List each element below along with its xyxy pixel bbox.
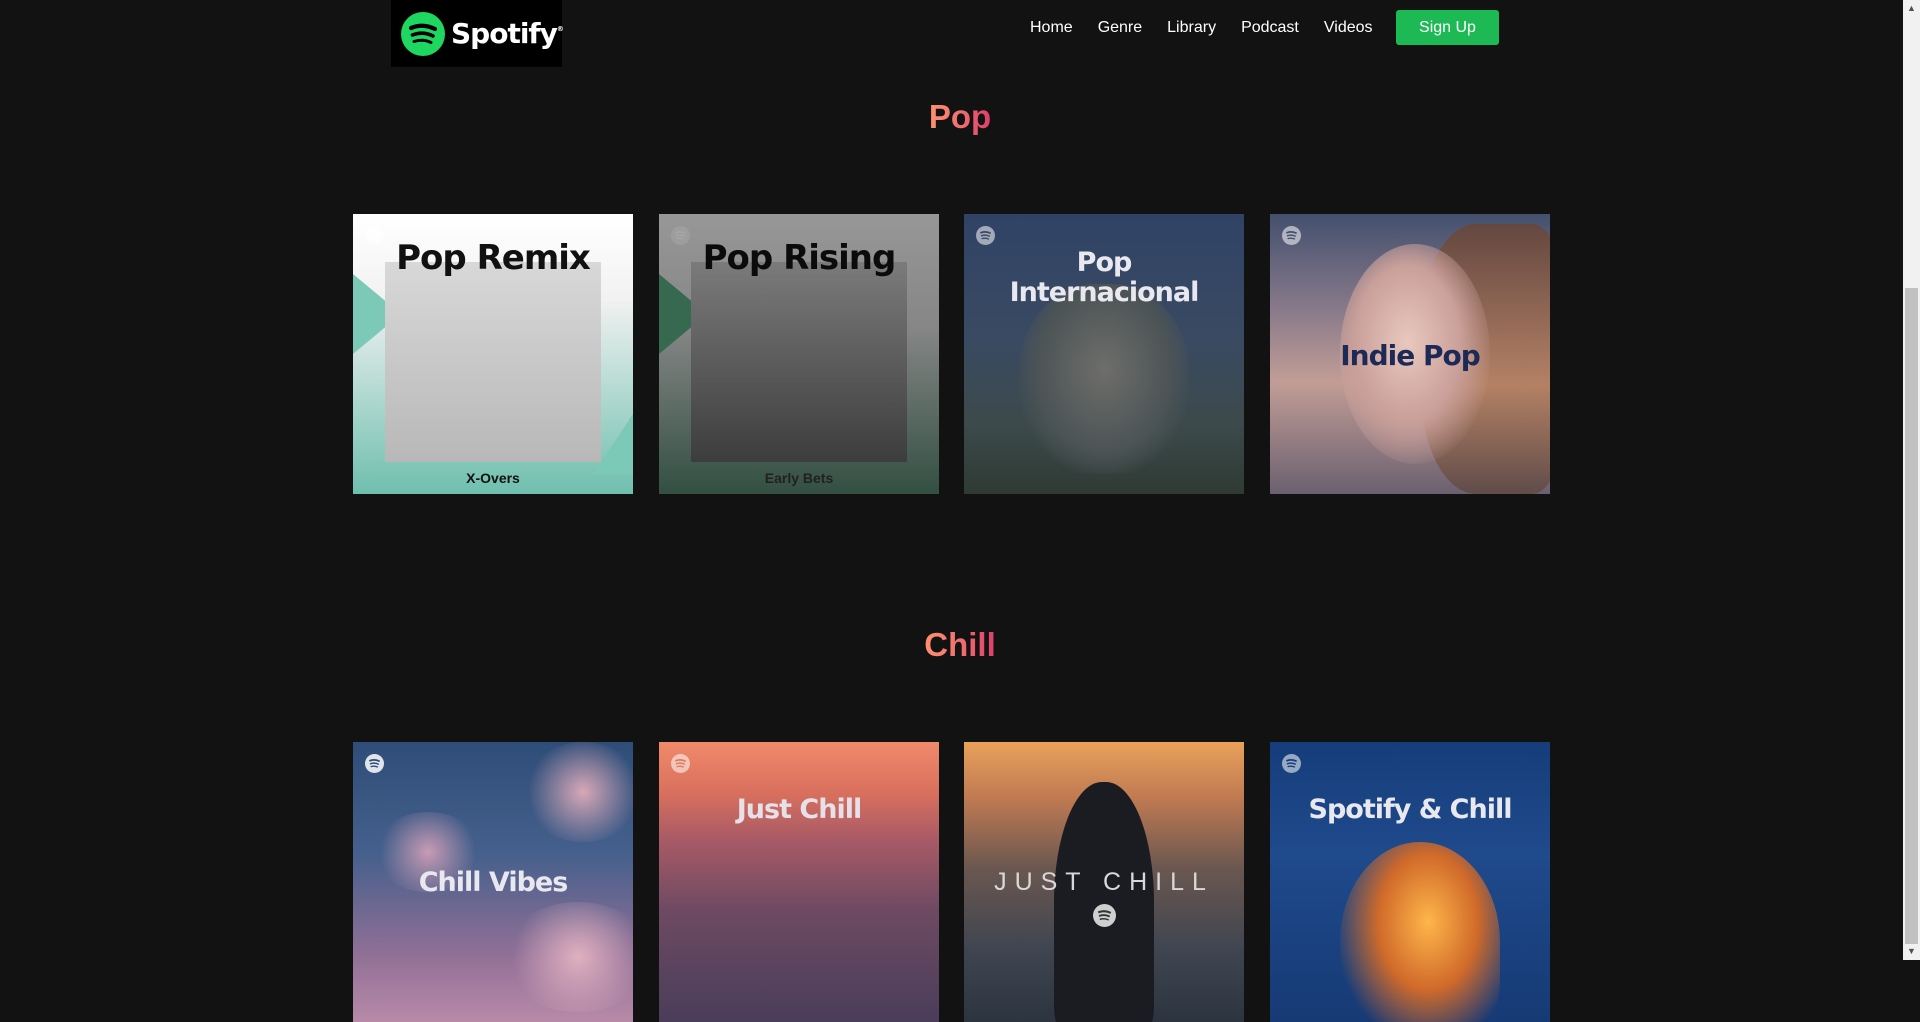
- spotify-icon: [1282, 226, 1301, 245]
- scrollbar-thumb[interactable]: [1905, 288, 1918, 944]
- page-scrollbar[interactable]: ▲ ▼: [1903, 0, 1920, 960]
- cover-image: [1019, 284, 1189, 474]
- playlist-card-pop-remix[interactable]: Pop Remix X-Overs: [353, 214, 633, 494]
- nav-videos[interactable]: Videos: [1324, 19, 1373, 37]
- spotify-logo[interactable]: Spotify®: [391, 0, 564, 67]
- playlist-card-indie-pop[interactable]: Indie Pop: [1270, 214, 1550, 494]
- cover-image: [1340, 842, 1500, 1022]
- brand-name: Spotify®: [451, 17, 564, 50]
- playlist-card-pop-internacional[interactable]: Pop Internacional: [964, 214, 1244, 494]
- playlist-title: Just Chill: [736, 794, 862, 825]
- spotify-icon: [976, 226, 995, 245]
- playlist-card-spotify-and-chill[interactable]: Spotify & Chill: [1270, 742, 1550, 1022]
- sign-up-button[interactable]: Sign Up: [1396, 10, 1499, 45]
- playlist-title: JUST CHILL: [994, 868, 1214, 896]
- playlist-title: Spotify & Chill: [1308, 794, 1513, 825]
- cover-image: [523, 742, 633, 842]
- playlist-card-just-chill[interactable]: Just Chill: [659, 742, 939, 1022]
- nav-podcast[interactable]: Podcast: [1241, 19, 1299, 37]
- spotify-icon: [1093, 904, 1116, 927]
- playlist-card-just-chill-2[interactable]: JUST CHILL: [964, 742, 1244, 1022]
- scroll-up-icon[interactable]: ▲: [1903, 0, 1920, 17]
- nav-library[interactable]: Library: [1167, 19, 1216, 37]
- playlist-title: Chill Vibes: [418, 867, 569, 898]
- spotify-icon: [671, 754, 690, 773]
- spotify-icon: [1282, 754, 1301, 773]
- playlist-card-chill-vibes[interactable]: Chill Vibes: [353, 742, 633, 1022]
- section-title-chill: Chill: [924, 626, 996, 663]
- spotify-logo-icon: [401, 11, 445, 56]
- nav-home[interactable]: Home: [1030, 19, 1073, 37]
- playlist-card-pop-rising[interactable]: Pop Rising Early Bets: [659, 214, 939, 494]
- nav-genre[interactable]: Genre: [1098, 19, 1142, 37]
- section-title-pop: Pop: [928, 98, 992, 135]
- playlist-title: Indie Pop: [1340, 339, 1481, 372]
- playlist-subtitle: X-Overs: [466, 470, 520, 486]
- playlist-title: Pop Remix: [396, 238, 591, 278]
- main-nav: Home Genre Library Podcast Videos: [1030, 0, 1398, 55]
- cover-image: [385, 262, 601, 462]
- playlist-title: Pop Internacional: [1009, 247, 1200, 308]
- cover-image: [1054, 782, 1154, 1022]
- scroll-down-icon[interactable]: ▼: [1903, 943, 1920, 960]
- spotify-icon: [365, 754, 384, 773]
